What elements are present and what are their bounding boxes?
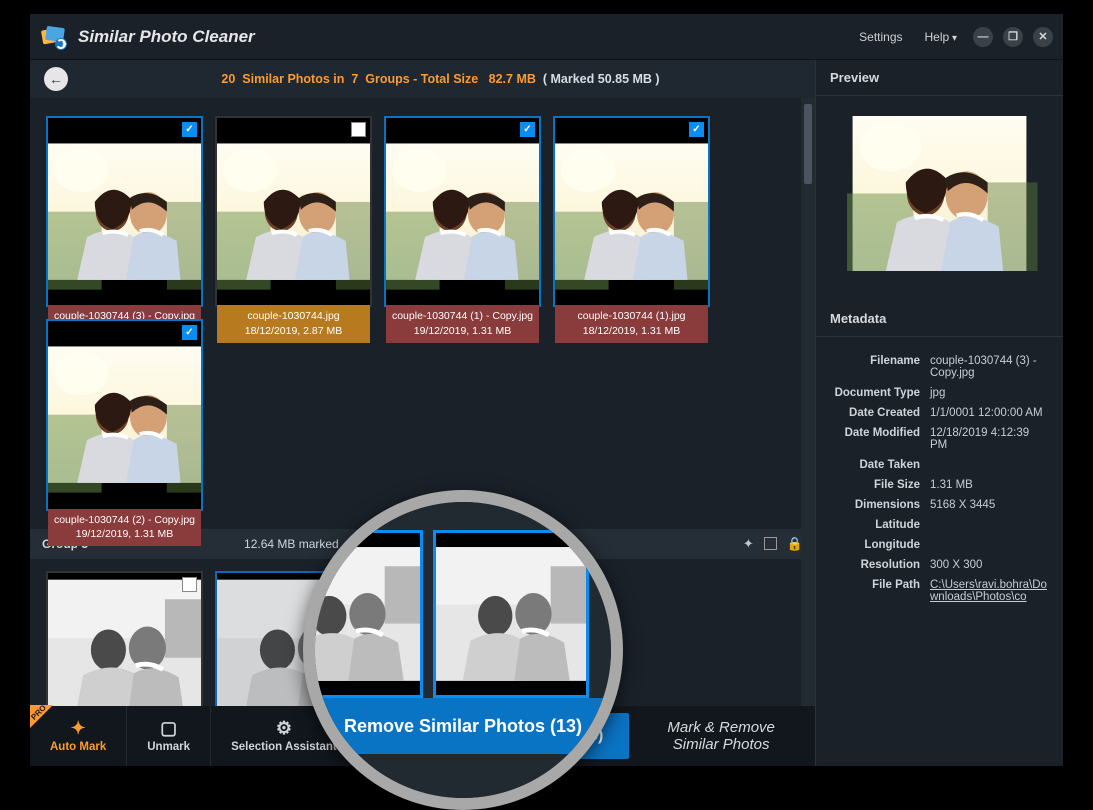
group-checkbox[interactable]: [764, 537, 777, 550]
maximize-button[interactable]: ❐: [1003, 27, 1023, 47]
thumbnail-filename: couple-1030744 (2) - Copy.jpg: [51, 513, 198, 527]
thumbnail-filename: couple-1030744 (1).jpg: [558, 309, 705, 323]
metadata-heading: Metadata: [816, 301, 1063, 337]
meta-modified: 12/18/2019 4:12:39 PM: [930, 427, 1049, 451]
thumbnail[interactable]: [46, 571, 203, 706]
settings-button[interactable]: Settings: [853, 27, 908, 47]
close-button[interactable]: ✕: [1033, 27, 1053, 47]
thumbnail-image: [436, 533, 586, 695]
thumbnail-image: [303, 533, 420, 695]
meta-filepath[interactable]: C:\Users\ravi.bohra\Downloads\Photos\co: [930, 579, 1049, 603]
meta-created: 1/1/0001 12:00:00 AM: [930, 407, 1049, 419]
thumbnail[interactable]: ✓couple-1030744 (1) - Copy.jpg19/12/2019…: [384, 116, 541, 307]
magnified-thumbnail: [303, 530, 423, 698]
thumbnail-image: [555, 118, 708, 305]
preview-heading: Preview: [816, 60, 1063, 96]
thumbnail-footer: couple-1030744 (2) - Copy.jpg19/12/2019,…: [48, 509, 201, 546]
magnified-remove-button[interactable]: Remove Similar Photos (13): [315, 698, 611, 754]
thumbnail[interactable]: ✓couple-1030744 (3) - Copy.jpg19/12/2019…: [46, 116, 203, 307]
thumbnail-filename: couple-1030744.jpg: [220, 309, 367, 323]
meta-taken: [930, 459, 1049, 471]
unmark-button[interactable]: ▢ Unmark: [127, 706, 211, 766]
thumbnail-image: [48, 573, 201, 706]
thumbnail[interactable]: ✓couple-1030744 (1).jpg18/12/2019, 1.31 …: [553, 116, 710, 307]
meta-dimensions: 5168 X 3445: [930, 499, 1049, 511]
summary-bar: ← 20 Similar Photos in 7 Groups - Total …: [30, 60, 815, 98]
app-logo-icon: [40, 23, 68, 51]
meta-doctype: jpg: [930, 387, 1049, 399]
side-panel: Preview Metadata Filenamecouple-1030744 …: [816, 60, 1063, 766]
titlebar: Similar Photo Cleaner Settings Help — ❐ …: [30, 14, 1063, 60]
thumbnail[interactable]: ✓couple-1030744 (2) - Copy.jpg19/12/2019…: [46, 319, 203, 510]
thumbnail-checkbox[interactable]: ✓: [182, 122, 197, 137]
callout-text: Mark & Remove Similar Photos: [667, 719, 775, 754]
meta-resolution: 300 X 300: [930, 559, 1049, 571]
assistant-icon: ⚙: [276, 719, 292, 737]
minimize-button[interactable]: —: [973, 27, 993, 47]
scrollbar-thumb[interactable]: [804, 104, 812, 184]
preview-box: [816, 96, 1063, 301]
thumbnail[interactable]: couple-1030744.jpg18/12/2019, 2.87 MB: [215, 116, 372, 307]
thumbnail-checkbox[interactable]: ✓: [520, 122, 535, 137]
magnified-thumbnail: [433, 530, 589, 698]
vertical-scrollbar[interactable]: [801, 98, 815, 706]
thumbnail-image: [386, 118, 539, 305]
thumbnail-filename: couple-1030744 (1) - Copy.jpg: [389, 309, 536, 323]
square-icon: ▢: [160, 719, 177, 737]
thumbnail-checkbox[interactable]: [182, 577, 197, 592]
thumbnail-checkbox[interactable]: ✓: [689, 122, 704, 137]
app-title: Similar Photo Cleaner: [78, 27, 255, 47]
thumbnail-checkbox[interactable]: ✓: [182, 325, 197, 340]
back-button[interactable]: ←: [44, 67, 68, 91]
meta-longitude: [930, 539, 1049, 551]
thumbnail-image: [48, 321, 201, 508]
metadata-table: Filenamecouple-1030744 (3) - Copy.jpg Do…: [816, 337, 1063, 611]
thumbnail-info: 19/12/2019, 1.31 MB: [389, 324, 536, 338]
wand-icon: ✦: [71, 719, 86, 737]
thumbnail-info: 18/12/2019, 2.87 MB: [220, 324, 367, 338]
magic-wand-icon[interactable]: ✦: [743, 536, 754, 552]
meta-latitude: [930, 519, 1049, 531]
thumbnail-image: [217, 118, 370, 305]
thumbnail-footer: couple-1030744.jpg18/12/2019, 2.87 MB: [217, 305, 370, 342]
summary-text: 20 Similar Photos in 7 Groups - Total Si…: [221, 72, 659, 86]
thumbnail-info: 19/12/2019, 1.31 MB: [51, 527, 198, 541]
meta-filename: couple-1030744 (3) - Copy.jpg: [930, 355, 1049, 379]
preview-image: [830, 116, 1049, 271]
thumbnail-footer: couple-1030744 (1).jpg18/12/2019, 1.31 M…: [555, 305, 708, 342]
thumbnail-footer: couple-1030744 (1) - Copy.jpg19/12/2019,…: [386, 305, 539, 342]
thumbnail-image: [48, 118, 201, 305]
help-menu[interactable]: Help: [919, 27, 964, 47]
magnifier-overlay: Remove Similar Photos (13): [303, 490, 623, 810]
thumbnail-info: 18/12/2019, 1.31 MB: [558, 324, 705, 338]
meta-filesize: 1.31 MB: [930, 479, 1049, 491]
thumbnail-checkbox[interactable]: [351, 122, 366, 137]
